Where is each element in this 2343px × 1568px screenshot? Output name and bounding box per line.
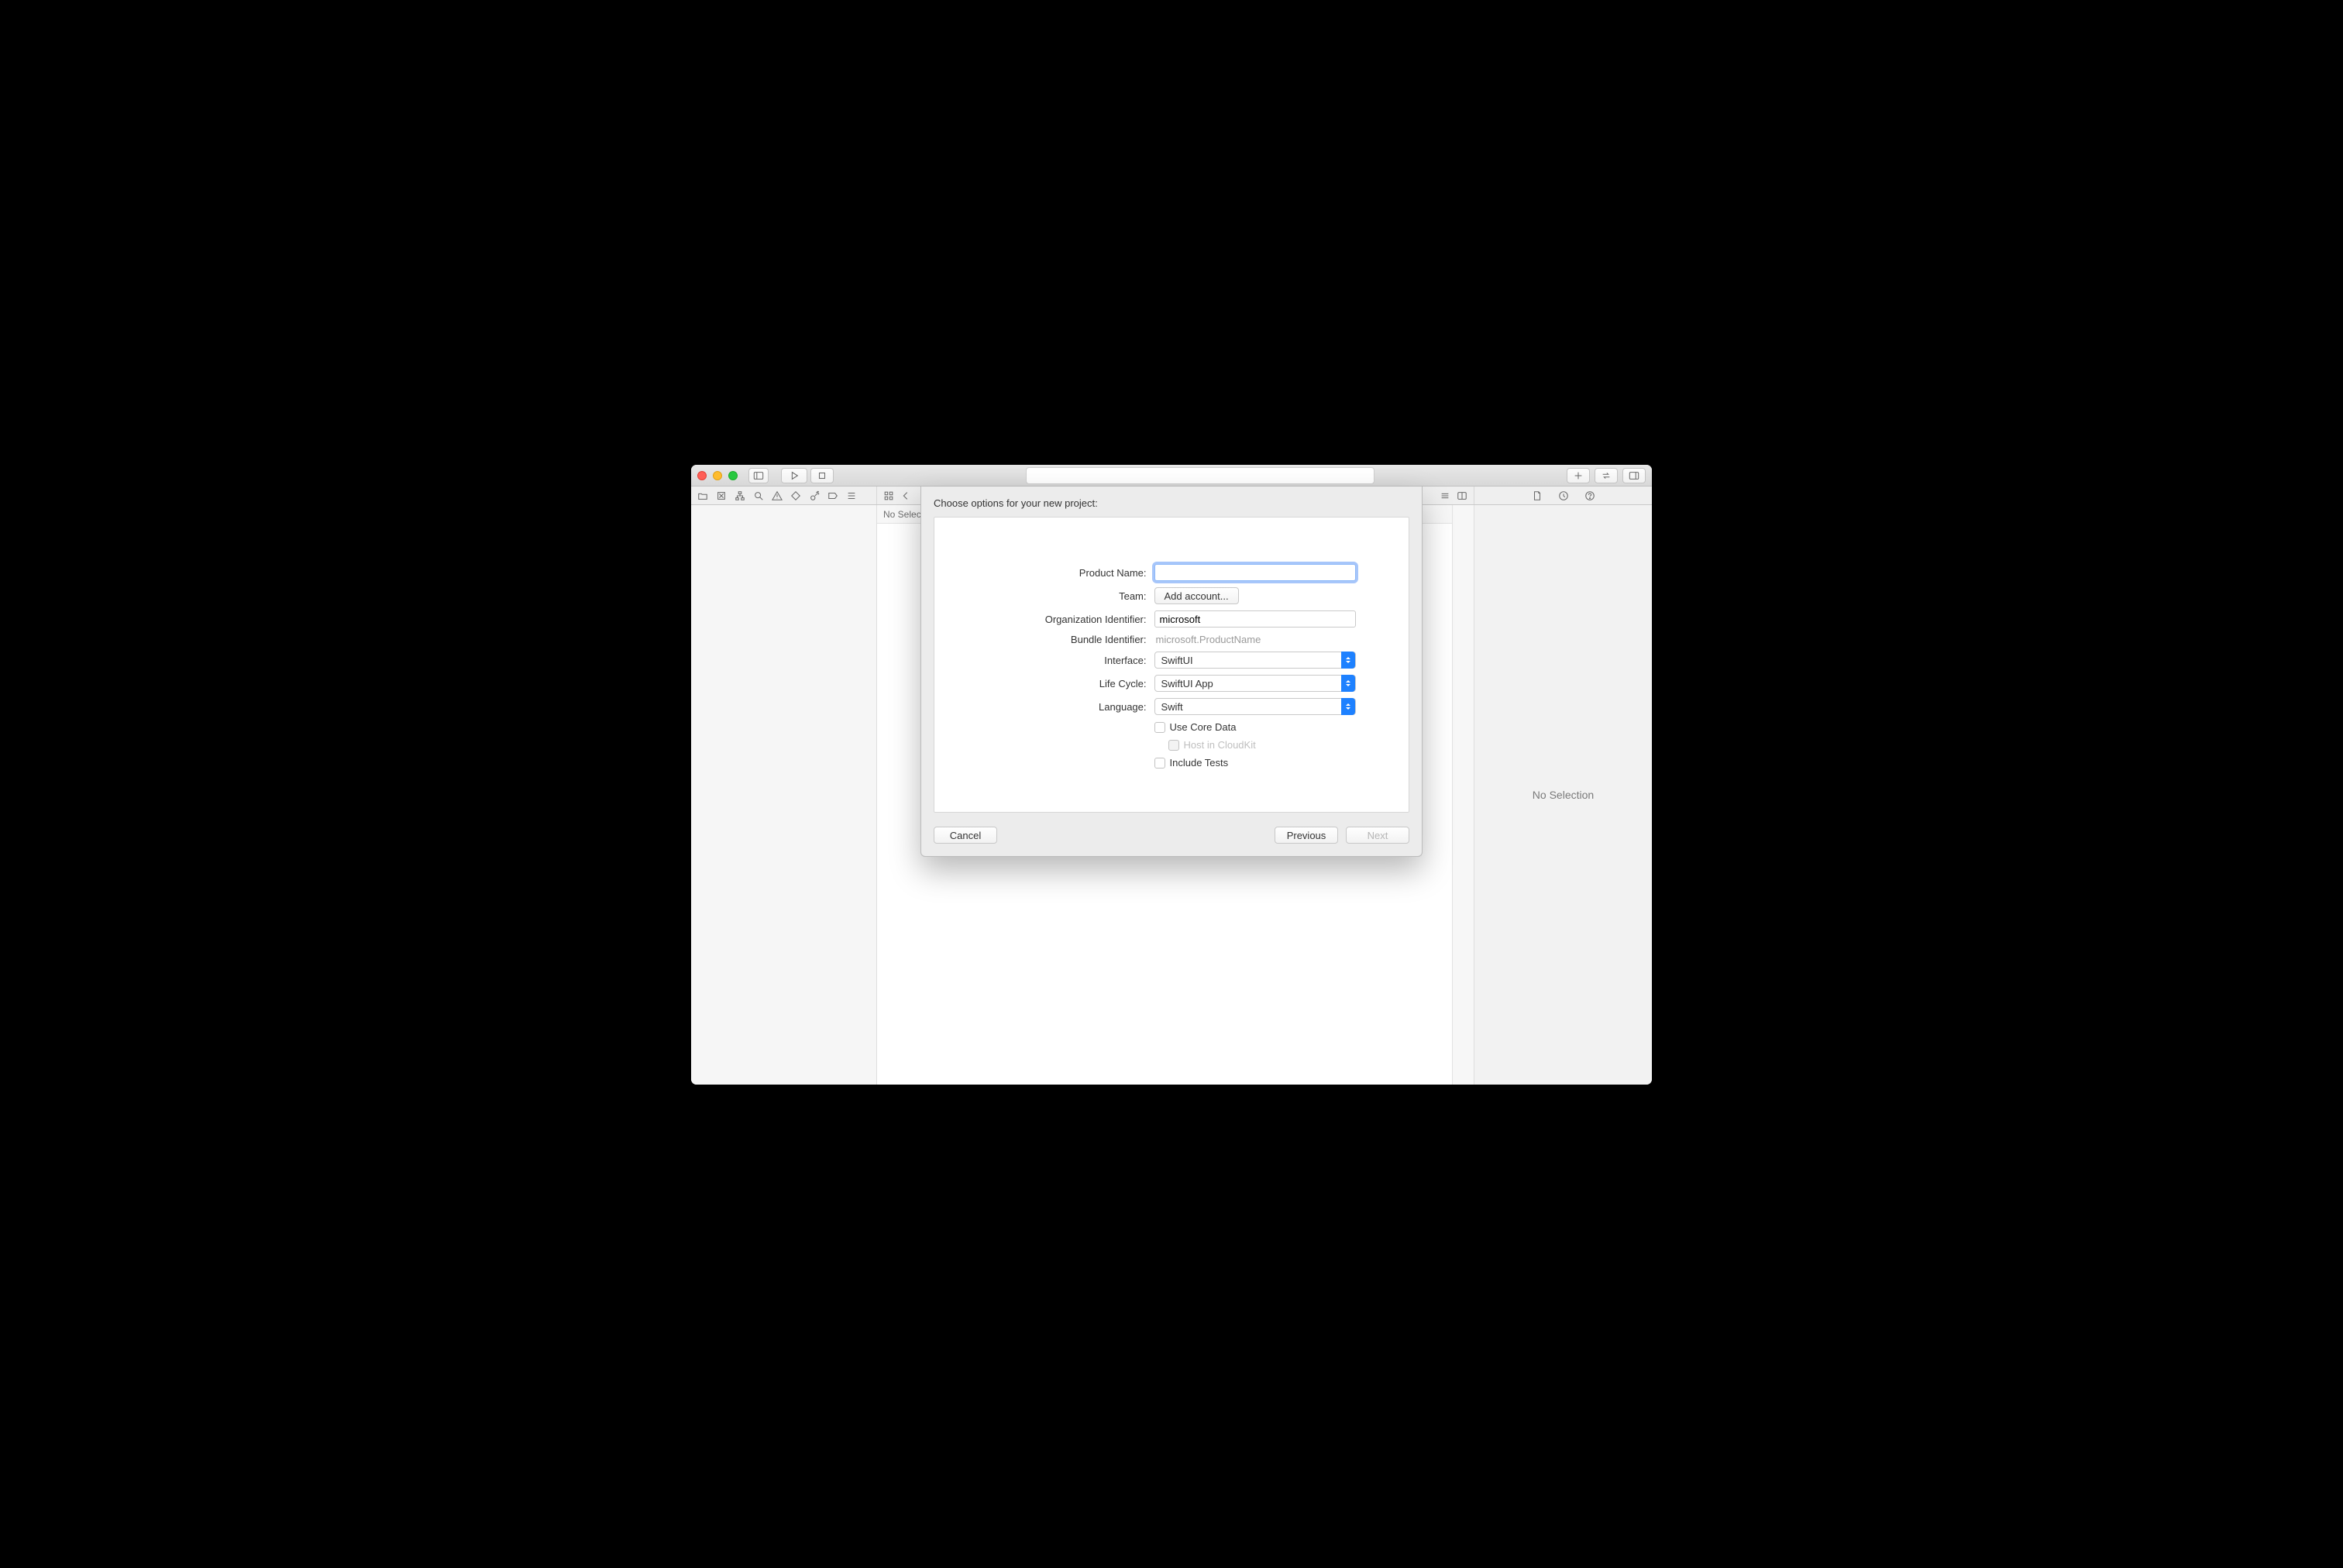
product-name-input[interactable] xyxy=(1154,564,1356,581)
stepper-arrows-icon xyxy=(1341,675,1355,692)
test-navigator-tab[interactable] xyxy=(790,490,801,501)
stop-button[interactable] xyxy=(810,468,834,483)
cancel-button[interactable]: Cancel xyxy=(934,827,997,844)
chevron-left-icon xyxy=(900,490,911,501)
use-core-data-row[interactable]: Use Core Data xyxy=(1154,721,1356,733)
inspector-placeholder: No Selection xyxy=(1533,789,1594,801)
search-icon xyxy=(753,490,764,501)
include-tests-checkbox[interactable] xyxy=(1154,758,1165,769)
life-cycle-label: Life Cycle: xyxy=(988,678,1154,689)
folder-icon xyxy=(697,490,708,501)
interface-select-value: SwiftUI xyxy=(1161,655,1193,666)
bundle-id-value: microsoft.ProductName xyxy=(1154,634,1356,645)
report-navigator-tab[interactable] xyxy=(846,490,857,501)
org-id-input[interactable] xyxy=(1154,610,1356,628)
history-inspector-tab[interactable] xyxy=(1558,490,1569,501)
sheet-title: Choose options for your new project: xyxy=(934,497,1409,509)
issue-navigator-tab[interactable] xyxy=(772,490,783,501)
square-x-icon xyxy=(716,490,727,501)
zoom-window-button[interactable] xyxy=(728,471,738,480)
add-editor-button[interactable] xyxy=(1457,490,1467,501)
inspector-tabs xyxy=(1474,487,1652,504)
play-icon xyxy=(789,470,800,481)
use-core-data-checkbox[interactable] xyxy=(1154,722,1165,733)
previous-button[interactable]: Previous xyxy=(1275,827,1338,844)
help-icon xyxy=(1584,490,1595,501)
debug-navigator-tab[interactable] xyxy=(809,490,820,501)
code-review-button[interactable] xyxy=(1595,468,1618,483)
run-button[interactable] xyxy=(781,468,807,483)
diamond-icon xyxy=(790,490,801,501)
lines-icon xyxy=(1440,490,1450,501)
close-window-button[interactable] xyxy=(697,471,707,480)
org-id-label: Organization Identifier: xyxy=(988,614,1154,625)
related-items-button[interactable] xyxy=(883,490,894,501)
project-navigator-tab[interactable] xyxy=(697,490,708,501)
sheet-body: Product Name: Team: Add account... Organ… xyxy=(934,517,1409,813)
source-control-navigator-tab[interactable] xyxy=(716,490,727,501)
include-tests-row[interactable]: Include Tests xyxy=(1154,757,1356,769)
host-cloudkit-checkbox xyxy=(1168,740,1179,751)
navigator-tabs xyxy=(691,487,877,504)
host-cloudkit-row: Host in CloudKit xyxy=(1168,739,1356,751)
toolbar-right-group xyxy=(1567,468,1646,483)
grid-icon xyxy=(883,490,894,501)
life-cycle-select-value: SwiftUI App xyxy=(1161,678,1213,689)
split-icon xyxy=(1457,490,1467,501)
plus-icon xyxy=(1573,470,1584,481)
stepper-arrows-icon xyxy=(1341,652,1355,669)
sidebar-right-icon xyxy=(1629,470,1639,481)
xcode-window: No Selection No Selection Choose options… xyxy=(691,465,1652,1085)
team-cell: Add account... xyxy=(1154,587,1356,604)
minimize-window-button[interactable] xyxy=(713,471,722,480)
spray-icon xyxy=(809,490,820,501)
activity-view xyxy=(1026,467,1374,484)
interface-label: Interface: xyxy=(988,655,1154,666)
hierarchy-icon xyxy=(735,490,745,501)
back-button[interactable] xyxy=(900,490,911,501)
language-select-value: Swift xyxy=(1161,701,1183,713)
new-project-sheet: Choose options for your new project: Pro… xyxy=(920,487,1423,857)
titlebar xyxy=(691,465,1652,487)
life-cycle-select[interactable]: SwiftUI App xyxy=(1154,675,1356,692)
sheet-footer: Cancel Previous Next xyxy=(934,827,1409,844)
traffic-lights xyxy=(697,471,738,480)
clock-icon xyxy=(1558,490,1569,501)
product-name-label: Product Name: xyxy=(988,567,1154,579)
list-icon xyxy=(846,490,857,501)
language-label: Language: xyxy=(988,701,1154,713)
toolbar-run-group xyxy=(781,468,834,483)
navigator-area xyxy=(691,505,877,1085)
stepper-arrows-icon xyxy=(1341,698,1355,715)
breakpoint-navigator-tab[interactable] xyxy=(827,490,838,501)
bundle-id-label: Bundle Identifier: xyxy=(988,634,1154,645)
document-icon xyxy=(1532,490,1543,501)
interface-select[interactable]: SwiftUI xyxy=(1154,652,1356,669)
stop-icon xyxy=(817,470,827,481)
file-inspector-tab[interactable] xyxy=(1532,490,1543,501)
inspector-area: No Selection xyxy=(1474,505,1652,1085)
sidebar-left-icon xyxy=(753,470,764,481)
breakpoint-icon xyxy=(827,490,838,501)
warning-icon xyxy=(772,490,783,501)
use-core-data-label: Use Core Data xyxy=(1170,721,1237,733)
toolbar-left-group xyxy=(748,468,769,483)
project-options-form: Product Name: Team: Add account... Organ… xyxy=(953,564,1390,769)
symbol-navigator-tab[interactable] xyxy=(735,490,745,501)
minimap-gutter xyxy=(1452,505,1474,1085)
include-tests-label: Include Tests xyxy=(1170,757,1229,769)
next-button: Next xyxy=(1346,827,1409,844)
library-button[interactable] xyxy=(1567,468,1590,483)
team-label: Team: xyxy=(988,590,1154,602)
arrows-swap-icon xyxy=(1601,470,1612,481)
language-select[interactable]: Swift xyxy=(1154,698,1356,715)
editor-options-button[interactable] xyxy=(1440,490,1450,501)
toggle-inspector-button[interactable] xyxy=(1622,468,1646,483)
toggle-navigator-button[interactable] xyxy=(748,468,769,483)
help-inspector-tab[interactable] xyxy=(1584,490,1595,501)
host-cloudkit-label: Host in CloudKit xyxy=(1184,739,1256,751)
find-navigator-tab[interactable] xyxy=(753,490,764,501)
add-account-button[interactable]: Add account... xyxy=(1154,587,1239,604)
